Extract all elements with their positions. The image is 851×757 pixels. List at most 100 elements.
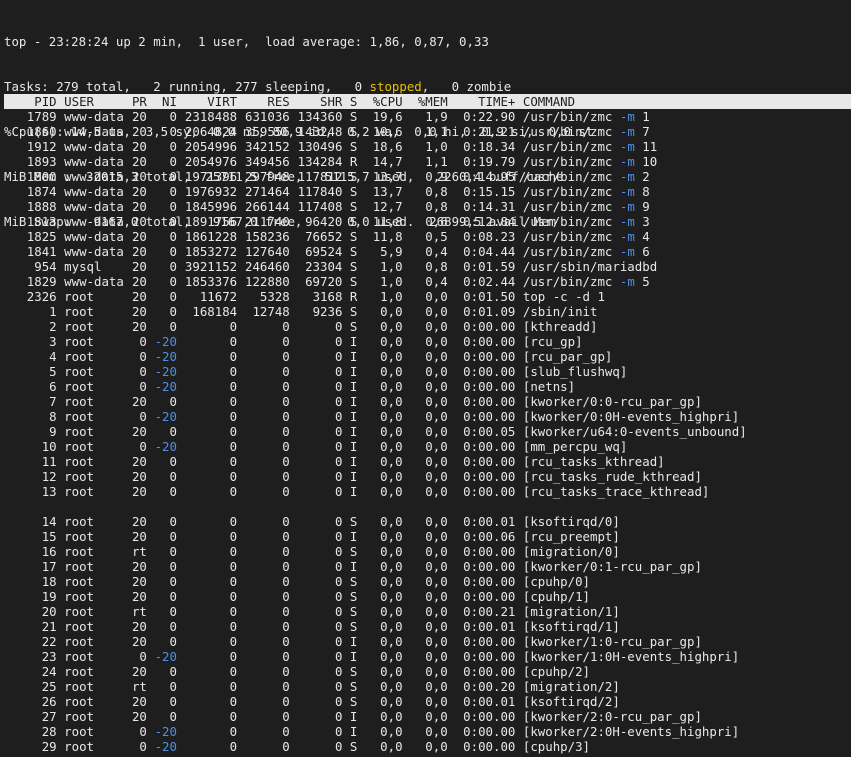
cell-shr: 0 — [334, 409, 343, 424]
cell-pr: 20 — [131, 109, 147, 124]
cell-cpu: 0,0 — [380, 349, 403, 364]
cell-virt: 0 — [229, 544, 238, 559]
command-text: [kthreadd] — [522, 319, 598, 334]
cell-pr: 20 — [131, 289, 147, 304]
cell-shr: 134360 — [297, 109, 343, 124]
column-header-ni[interactable]: NI — [162, 94, 177, 109]
process-row[interactable]: 19 root 20 0 0 0 0 S 0,0 0,0 0:00.00 [cpuhp/1] — [4, 589, 851, 604]
cell-s: S — [349, 304, 358, 319]
process-row[interactable]: 25 root rt 0 0 0 0 S 0,0 0,0 0:00.20 [migration/2] — [4, 679, 851, 694]
cell-cpu: 0,0 — [380, 559, 403, 574]
column-header-shr[interactable]: SHR — [320, 94, 342, 109]
cell-cmd: /usr/bin/zmc -m 1 — [523, 109, 650, 124]
process-row[interactable]: 1860 www-data 20 0 2064824 359556 143248 S 19,6 1… — [4, 124, 851, 139]
cell-pid: 1800 — [26, 169, 57, 184]
column-header-pid[interactable]: PID — [34, 94, 56, 109]
cell-pid: 1841 — [26, 244, 57, 259]
cell-shr: 0 — [334, 379, 343, 394]
cell-user: root — [64, 619, 94, 634]
cell-virt: 0 — [229, 409, 238, 424]
cell-virt: 0 — [229, 559, 238, 574]
process-row[interactable]: 14 root 20 0 0 0 0 S 0,0 0,0 0:00.01 [ksoftirqd/0] — [4, 514, 851, 529]
cell-user: www-data — [64, 274, 124, 289]
process-row[interactable]: 18 root 20 0 0 0 0 S 0,0 0,0 0:00.00 [cpuhp/0] — [4, 574, 851, 589]
cell-res: 297948 — [245, 169, 290, 184]
process-row[interactable]: 1893 www-data 20 0 2054976 349456 134284 R 14,7 1… — [4, 154, 851, 169]
process-row[interactable]: 1888 www-data 20 0 1845996 266144 117408 S 12,7 0… — [4, 199, 851, 214]
process-row[interactable]: 1912 www-data 20 0 2054996 342152 130496 S 18,6 1… — [4, 139, 851, 154]
column-header-s[interactable]: S — [350, 94, 357, 109]
column-header-virt[interactable]: VIRT — [207, 94, 237, 109]
command-text: /usr/bin/zmc — [522, 124, 613, 139]
cell-time: 0:14.95 — [463, 169, 516, 184]
column-header-res[interactable]: RES — [267, 94, 289, 109]
process-row[interactable]: 12 root 20 0 0 0 0 I 0,0 0,0 0:00.00 [rcu_tasks_rud… — [4, 469, 851, 484]
cell-s: S — [349, 259, 358, 274]
cell-res: 349456 — [245, 154, 290, 169]
cell-shr: 130496 — [297, 139, 343, 154]
process-row[interactable]: 7 root 20 0 0 0 0 I 0,0 0,0 0:00.00 [kworker/0:0-rc… — [4, 394, 851, 409]
process-row[interactable]: 11 root 20 0 0 0 0 I 0,0 0,0 0:00.00 [rcu_tasks_kth… — [4, 454, 851, 469]
column-header-cpu[interactable]: %CPU — [373, 94, 403, 109]
column-header-cmd[interactable]: COMMAND — [523, 94, 575, 109]
process-row[interactable]: 2 root 20 0 0 0 0 S 0,0 0,0 0:00.00 [kthreadd] — [4, 319, 851, 334]
process-row[interactable]: 23 root 0 -20 0 0 0 I 0,0 0,0 0:00.00 [kworker/1:0H… — [4, 649, 851, 664]
process-row[interactable]: 13 root 20 0 0 0 0 I 0,0 0,0 0:00.00 [rcu_tasks_tra… — [4, 484, 851, 499]
process-row[interactable]: 1874 www-data 20 0 1976932 271464 117840 S 13,7 0… — [4, 184, 851, 199]
cell-shr: 0 — [334, 349, 343, 364]
cell-res: 0 — [282, 709, 290, 724]
cell-cmd: [ksoftirqd/1] — [523, 619, 620, 634]
process-row[interactable]: 5 root 0 -20 0 0 0 I 0,0 0,0 0:00.00 [slub_flushwq] — [4, 364, 851, 379]
process-row[interactable]: 17 root 20 0 0 0 0 I 0,0 0,0 0:00.00 [kworker/0:1-r… — [4, 559, 851, 574]
process-row[interactable]: 1841 www-data 20 0 1853272 127640 69524 S 5,9 0,4… — [4, 244, 851, 259]
process-row[interactable]: 28 root 0 -20 0 0 0 I 0,0 0,0 0:00.00 [kworker/2:0H… — [4, 724, 851, 739]
cell-ni: 0 — [169, 319, 177, 334]
process-row[interactable]: 1829 www-data 20 0 1853376 122880 69720 S 1,0 0,4… — [4, 274, 851, 289]
cell-mem: 0,0 — [425, 319, 448, 334]
command-arg: 1 — [642, 109, 650, 124]
column-header-time[interactable]: TIME+ — [478, 94, 515, 109]
process-row[interactable]: 27 root 20 0 0 0 0 I 0,0 0,0 0:00.00 [kworker/2:0-r… — [4, 709, 851, 724]
column-header-mem[interactable]: %MEM — [418, 94, 448, 109]
process-row[interactable]: 22 root 20 0 0 0 0 I 0,0 0,0 0:00.00 [kworker/1:0-r… — [4, 634, 851, 649]
column-header-user[interactable]: USER — [64, 94, 94, 109]
process-row[interactable]: 1789 www-data 20 0 2318488 631036 134360 S 19,6 1… — [4, 109, 851, 124]
cell-cmd: [migration/1] — [523, 604, 620, 619]
process-row[interactable]: 29 root 0 -20 0 0 0 S 0,0 0,0 0:00.00 [cpuhp/3] — [4, 739, 851, 754]
process-row[interactable]: 9 root 20 0 0 0 0 I 0,0 0,0 0:00.05 [kworker/u64:0-… — [4, 424, 851, 439]
cell-cpu: 0,0 — [380, 604, 403, 619]
process-row[interactable]: 10 root 0 -20 0 0 0 I 0,0 0,0 0:00.00 [mm_percpu_wq… — [4, 439, 851, 454]
process-row[interactable]: 4 root 0 -20 0 0 0 I 0,0 0,0 0:00.00 [rcu_par_gp] — [4, 349, 851, 364]
cell-ni: 0 — [169, 679, 177, 694]
process-row[interactable]: 1800 www-data 20 0 1971396 297948 117812 S 13,7 0… — [4, 169, 851, 184]
cell-time: 0:00.01 — [463, 619, 516, 634]
cell-pid: 20 — [41, 604, 57, 619]
command-text: [cpuhp/3] — [522, 739, 591, 754]
cell-ni: 0 — [169, 214, 177, 229]
cell-ni: 0 — [169, 514, 177, 529]
cell-cpu: 0,0 — [380, 679, 403, 694]
process-row[interactable]: 8 root 0 -20 0 0 0 I 0,0 0,0 0:00.00 [kworker/0:0H-… — [4, 409, 851, 424]
cell-user: root — [64, 679, 94, 694]
process-row[interactable]: 1825 www-data 20 0 1861228 158236 76652 S 11,8 0,… — [4, 229, 851, 244]
cell-shr: 23304 — [305, 259, 343, 274]
cell-mem: 0,0 — [425, 559, 448, 574]
process-row[interactable]: 16 root rt 0 0 0 0 S 0,0 0,0 0:00.00 [migration/0] — [4, 544, 851, 559]
process-row[interactable]: 3 root 0 -20 0 0 0 I 0,0 0,0 0:00.00 [rcu_gp] — [4, 334, 851, 349]
process-row[interactable]: 15 root 20 0 0 0 0 I 0,0 0,0 0:00.06 [rcu_preempt] — [4, 529, 851, 544]
process-row[interactable]: 6 root 0 -20 0 0 0 I 0,0 0,0 0:00.00 [netns] — [4, 379, 851, 394]
process-row[interactable]: 1 root 20 0 168184 12748 9236 S 0,0 0,0 0:01.09/sb… — [4, 304, 851, 319]
process-row[interactable]: 26 root 20 0 0 0 0 S 0,0 0,0 0:00.01 [ksoftirqd/2] — [4, 694, 851, 709]
column-header-pr[interactable]: PR — [132, 94, 147, 109]
command-text: [ksoftirqd/1] — [522, 619, 620, 634]
process-row[interactable]: 2326 root 20 0 11672 5328 3168 R 1,0 0,0 0:01.50 to… — [4, 289, 851, 304]
process-row[interactable]: 954 mysql 20 0 3921152 246460 23304 S 1,0 0,8 0:01… — [4, 259, 851, 274]
cell-pr: 20 — [131, 634, 147, 649]
process-row[interactable]: 21 root 20 0 0 0 0 S 0,0 0,0 0:00.01 [ksoftirqd/1] — [4, 619, 851, 634]
cell-virt: 0 — [229, 319, 238, 334]
process-row[interactable]: 24 root 20 0 0 0 0 S 0,0 0,0 0:00.00 [cpuhp/2] — [4, 664, 851, 679]
command-flag: -m — [619, 244, 635, 259]
cell-cmd: [kthreadd] — [523, 319, 598, 334]
process-row[interactable]: 1813 www-data 20 0 1891756 211740 96420 S 11,8 0,… — [4, 214, 851, 229]
process-row[interactable]: 20 root rt 0 0 0 0 S 0,0 0,0 0:00.21 [migration/1] — [4, 604, 851, 619]
